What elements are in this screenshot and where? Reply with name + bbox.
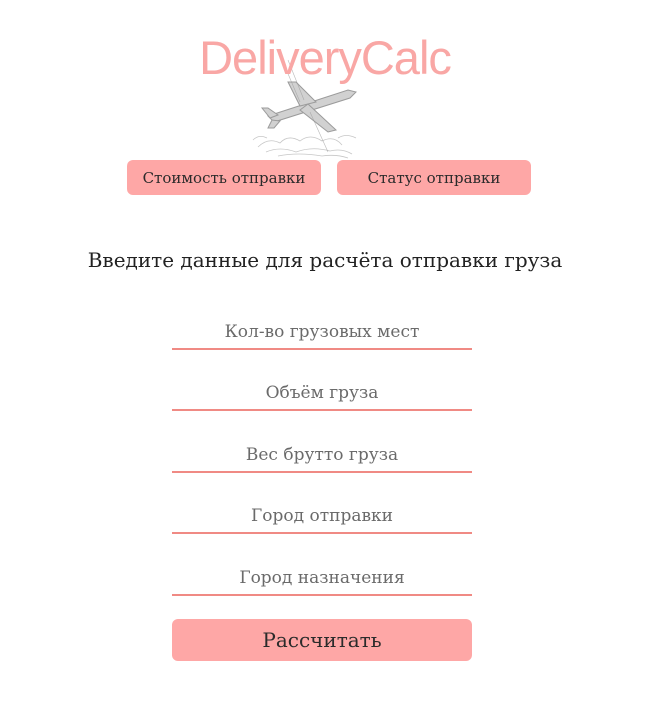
- logo-text: DeliveryCalc: [199, 31, 452, 84]
- logo: DeliveryCalc: [0, 22, 650, 159]
- shipping-status-button[interactable]: Статус отправки: [337, 160, 531, 195]
- calculate-button[interactable]: Рассчитать: [172, 619, 472, 661]
- cargo-places-input[interactable]: [172, 316, 472, 350]
- gross-weight-input[interactable]: [172, 439, 472, 473]
- cargo-volume-input[interactable]: [172, 377, 472, 411]
- shipping-cost-button[interactable]: Стоимость отправки: [127, 160, 321, 195]
- form-heading: Введите данные для расчёта отправки груз…: [87, 248, 563, 272]
- origin-city-input[interactable]: [172, 500, 472, 534]
- destination-city-input[interactable]: [172, 562, 472, 596]
